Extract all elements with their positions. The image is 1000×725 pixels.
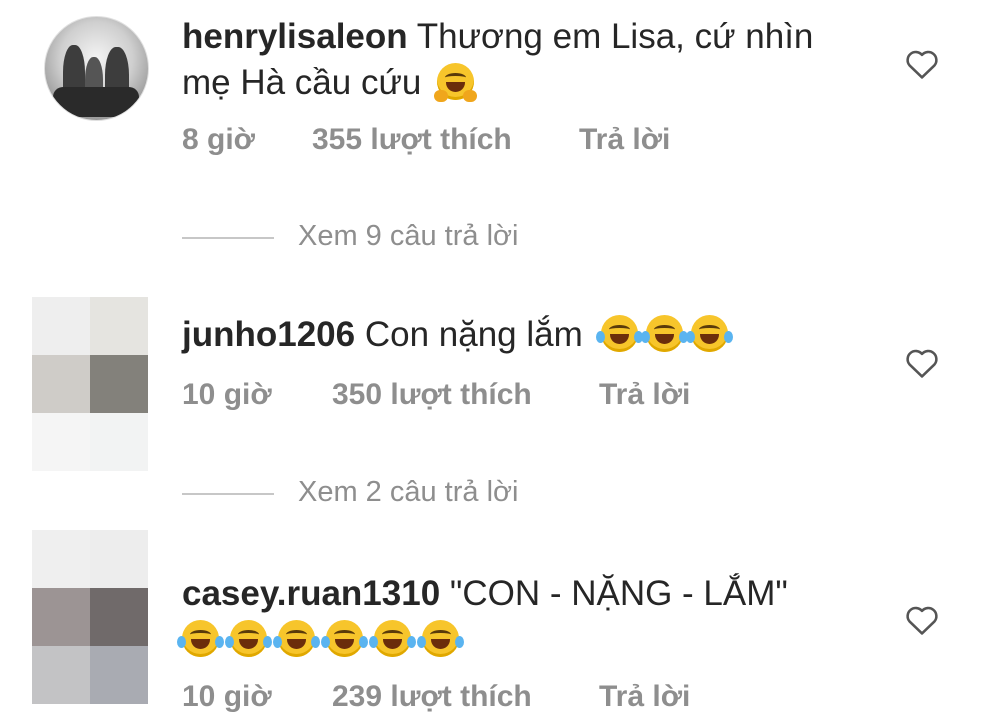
comment-text: casey.ruan1310 "CON - NẶNG - LẮM": [182, 572, 788, 616]
tears-of-joy-icon: [417, 620, 464, 657]
tears-of-joy-icon: [225, 620, 272, 657]
tears-of-joy-icon: [273, 620, 320, 657]
comment-text: junho1206 Con nặng lắm: [182, 313, 736, 357]
comment-username[interactable]: casey.ruan1310: [182, 574, 440, 613]
heart-outline-icon[interactable]: [905, 604, 939, 636]
tears-of-joy-icon: [685, 315, 733, 352]
reply-button[interactable]: Trả lời: [599, 680, 690, 714]
heart-outline-icon[interactable]: [905, 347, 939, 379]
comment-username[interactable]: henrylisaleon: [182, 17, 408, 56]
tears-of-joy-icon: [177, 620, 224, 657]
comment-text-line2: mẹ Hà cầu cứu: [182, 61, 482, 105]
tears-of-joy-icon: [640, 315, 688, 352]
comment-body: Thương em Lisa, cứ nhìn: [416, 17, 814, 56]
comment-time: 10 giờ: [182, 680, 272, 713]
reply-button[interactable]: Trả lời: [599, 378, 690, 412]
view-replies-link[interactable]: Xem 2 câu trả lời: [298, 476, 519, 509]
comment-body: "CON - NẶNG - LẮM": [449, 574, 788, 613]
emoji-row: [177, 618, 470, 662]
avatar[interactable]: [44, 16, 149, 121]
tears-of-joy-icon: [595, 315, 643, 352]
hugging-face-icon: [434, 63, 478, 102]
replies-divider: [182, 493, 274, 495]
likes-count[interactable]: 355 lượt thích: [312, 123, 512, 157]
avatar[interactable]: [32, 530, 148, 704]
comment-text: henrylisaleon Thương em Lisa, cứ nhìn: [182, 15, 813, 59]
comment-username[interactable]: junho1206: [182, 315, 355, 354]
likes-count[interactable]: 350 lượt thích: [332, 378, 532, 412]
heart-outline-icon[interactable]: [905, 48, 939, 80]
likes-count[interactable]: 239 lượt thích: [332, 680, 532, 714]
emoji-group: [595, 315, 736, 354]
view-replies-link[interactable]: Xem 9 câu trả lời: [298, 220, 519, 253]
avatar[interactable]: [32, 297, 148, 471]
tears-of-joy-icon: [369, 620, 416, 657]
comment-body-continued: mẹ Hà cầu cứu: [182, 63, 422, 102]
reply-button[interactable]: Trả lời: [579, 123, 670, 157]
tears-of-joy-icon: [321, 620, 368, 657]
comment-time: 8 giờ: [182, 123, 256, 156]
comment-time: 10 giờ: [182, 378, 272, 411]
replies-divider: [182, 237, 274, 239]
comment-body: Con nặng lắm: [364, 315, 583, 354]
